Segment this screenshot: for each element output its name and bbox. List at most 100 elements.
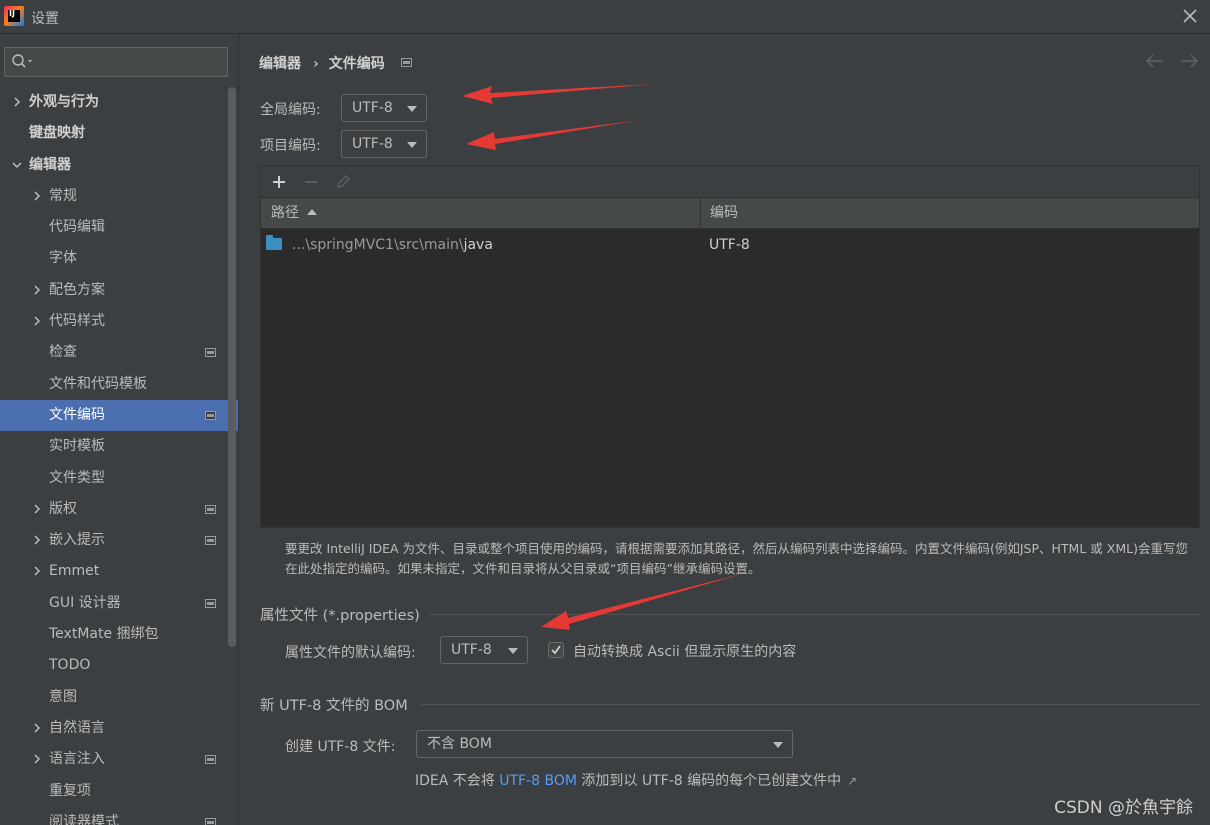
- add-icon[interactable]: [269, 172, 289, 192]
- table-row[interactable]: ...\springMVC1\src\main\java UTF-8: [261, 230, 1199, 260]
- project-scope-icon: [205, 410, 216, 420]
- sidebar-item[interactable]: 文件和代码模板: [0, 369, 238, 400]
- sidebar-item[interactable]: GUI 设计器: [0, 588, 238, 619]
- column-header-path[interactable]: 路径: [271, 198, 317, 229]
- sidebar-item-label: 代码编辑: [49, 219, 105, 236]
- edit-pencil-icon[interactable]: [333, 172, 353, 192]
- sidebar-item[interactable]: 重复项: [0, 776, 238, 807]
- bom-note: IDEA 不会将 UTF-8 BOM 添加到以 UTF-8 编码的每个已创建文件…: [415, 773, 858, 789]
- sidebar-item-label: GUI 设计器: [49, 594, 121, 611]
- back-arrow-icon[interactable]: [1145, 53, 1165, 69]
- path-prefix: ...\springMVC1\src\main\: [292, 237, 464, 253]
- project-scope-icon: [205, 348, 216, 358]
- sidebar-item-label: 文件编码: [49, 406, 105, 423]
- external-link-icon[interactable]: ↗: [847, 774, 857, 788]
- breadcrumb-parent[interactable]: 编辑器: [259, 53, 301, 73]
- project-encoding-select[interactable]: UTF-8: [341, 130, 427, 158]
- breadcrumb: 编辑器 › 文件编码: [259, 53, 412, 73]
- sidebar-item[interactable]: 文件类型: [0, 463, 238, 494]
- sidebar-item[interactable]: 检查: [0, 337, 238, 368]
- utf8-bom-link[interactable]: UTF-8 BOM: [499, 773, 577, 789]
- sidebar-item[interactable]: 嵌入提示: [0, 525, 238, 556]
- chevron-right-icon[interactable]: [32, 723, 42, 733]
- bom-select[interactable]: 不含 BOM: [416, 730, 793, 758]
- sidebar-item-label: 常规: [49, 187, 77, 204]
- window-title: 设置: [31, 11, 59, 27]
- table-toolbar: [261, 166, 1199, 198]
- section-divider: [429, 614, 1200, 615]
- chevron-down-icon[interactable]: [12, 160, 22, 170]
- watermark: CSDN @於魚宇餘: [1054, 798, 1193, 818]
- settings-sidebar: 外观与行为 键盘映射 编辑器常规代码编辑字体配色方案代码样式检查文件和代码模板 文件编…: [0, 35, 238, 825]
- breadcrumb-current: 文件编码: [328, 56, 385, 72]
- close-icon[interactable]: [1180, 6, 1200, 26]
- bom-section-title: 新 UTF-8 文件的 BOM: [260, 698, 408, 714]
- properties-encoding-value: UTF-8: [451, 642, 492, 658]
- chevron-right-icon[interactable]: [32, 504, 42, 514]
- sidebar-item[interactable]: 意图: [0, 682, 238, 713]
- sidebar-item[interactable]: 字体: [0, 243, 238, 274]
- global-encoding-select[interactable]: UTF-8: [341, 94, 427, 122]
- properties-section-title: 属性文件 (*.properties): [260, 608, 420, 624]
- sidebar-item[interactable]: TODO: [0, 650, 238, 681]
- sidebar-item-label: 配色方案: [49, 281, 105, 298]
- search-input[interactable]: [4, 47, 228, 77]
- sidebar-item-label: 版权: [49, 500, 77, 517]
- project-scope-icon: [205, 755, 216, 765]
- sidebar-item[interactable]: 版权: [0, 494, 238, 525]
- chevron-right-icon[interactable]: [32, 316, 42, 326]
- sidebar-item[interactable]: 代码编辑: [0, 212, 238, 243]
- section-divider: [421, 704, 1200, 705]
- sidebar-item[interactable]: 自然语言: [0, 713, 238, 744]
- sidebar-item[interactable]: 实时模板: [0, 431, 238, 462]
- sort-ascending-icon: [307, 209, 317, 215]
- project-encoding-value: UTF-8: [352, 136, 393, 152]
- sidebar-item[interactable]: 语言注入: [0, 744, 238, 775]
- sidebar-item[interactable]: 配色方案: [0, 275, 238, 306]
- sidebar-item[interactable]: 编辑器: [0, 150, 238, 181]
- sidebar-item[interactable]: 常规: [0, 181, 238, 212]
- sidebar-item-label: Emmet: [49, 563, 100, 580]
- sidebar-item-label: 实时模板: [49, 438, 105, 455]
- forward-arrow-icon[interactable]: [1179, 53, 1199, 69]
- sidebar-item[interactable]: 文件编码: [0, 399, 238, 432]
- intellij-logo-icon: IJ: [4, 6, 24, 26]
- sidebar-item-label: 文件和代码模板: [49, 375, 147, 392]
- sidebar-item[interactable]: Emmet: [0, 556, 238, 587]
- sidebar-item[interactable]: 阅读器模式: [0, 807, 238, 825]
- chevron-down-icon: [407, 106, 417, 112]
- column-header-encoding[interactable]: 编码: [710, 198, 738, 229]
- settings-tree: 外观与行为 键盘映射 编辑器常规代码编辑字体配色方案代码样式检查文件和代码模板 文件编…: [0, 87, 238, 825]
- breadcrumb-separator: ›: [313, 56, 319, 72]
- sidebar-item-label: TODO: [49, 657, 91, 674]
- transparent-ascii-label[interactable]: 自动转换成 Ascii 但显示原生的内容: [573, 641, 796, 661]
- column-divider[interactable]: [700, 198, 701, 229]
- encoding-cell: UTF-8: [709, 237, 750, 253]
- project-scope-icon: [400, 58, 412, 67]
- properties-encoding-select[interactable]: UTF-8: [440, 636, 528, 664]
- project-scope-icon: [205, 598, 216, 608]
- transparent-ascii-checkbox[interactable]: [548, 642, 564, 658]
- chevron-down-icon: [773, 742, 783, 748]
- chevron-right-icon[interactable]: [32, 754, 42, 764]
- sidebar-item[interactable]: 外观与行为: [0, 87, 238, 118]
- chevron-right-icon[interactable]: [32, 566, 42, 576]
- sidebar-item[interactable]: 键盘映射: [0, 118, 238, 149]
- sidebar-scrollbar[interactable]: [228, 87, 236, 647]
- remove-icon[interactable]: [301, 172, 321, 192]
- bom-select-value: 不含 BOM: [427, 736, 492, 752]
- chevron-right-icon[interactable]: [32, 191, 42, 201]
- sidebar-item-label: 字体: [49, 250, 77, 267]
- chevron-right-icon[interactable]: [32, 535, 42, 545]
- project-encoding-label: 项目编码:: [260, 138, 321, 154]
- project-scope-icon: [205, 817, 216, 825]
- global-encoding-label: 全局编码:: [260, 102, 321, 118]
- sidebar-item[interactable]: 代码样式: [0, 306, 238, 337]
- sidebar-item-label: 意图: [49, 688, 77, 705]
- help-text: 要更改 IntelliJ IDEA 为文件、目录或整个项目使用的编码，请根据需要…: [285, 541, 1188, 576]
- checkmark-icon: [551, 645, 561, 655]
- sidebar-item[interactable]: TextMate 捆绑包: [0, 619, 238, 650]
- chevron-right-icon[interactable]: [12, 97, 22, 107]
- chevron-right-icon[interactable]: [32, 285, 42, 295]
- sidebar-item-label: 代码样式: [49, 313, 105, 330]
